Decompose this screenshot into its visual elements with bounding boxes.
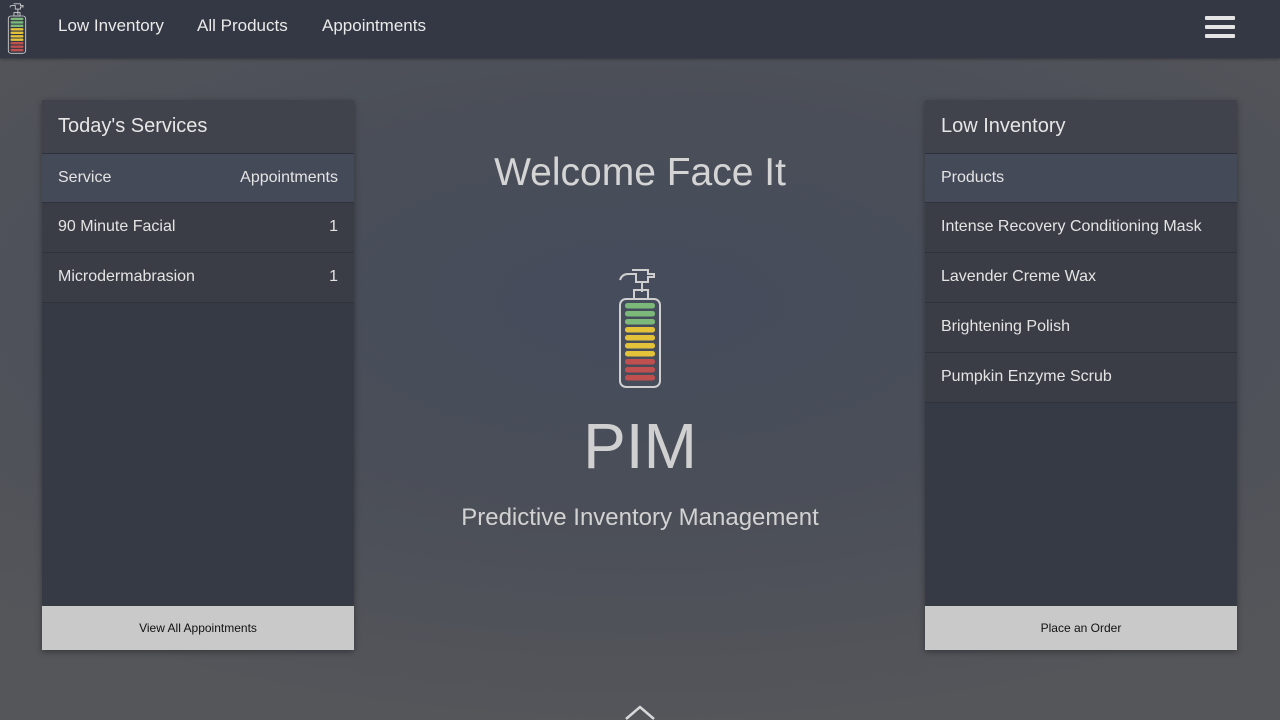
service-name: 90 Minute Facial: [58, 218, 176, 235]
inventory-panel-title: Low Inventory: [941, 115, 1066, 137]
top-nav-bar: Low Inventory All Products Appointments: [0, 0, 1280, 58]
panel-title-bar: Today's Services: [42, 100, 354, 154]
level-bar: [10, 17, 24, 21]
level-bar: [625, 359, 655, 365]
level-bar: [10, 45, 24, 48]
list-item[interactable]: Brightening Polish: [925, 303, 1237, 353]
welcome-heading: Welcome Face It: [494, 151, 786, 194]
level-bar: [625, 367, 655, 373]
level-bar: [10, 31, 24, 34]
level-bar: [625, 335, 655, 341]
panel-title-bar: Low Inventory: [925, 100, 1237, 154]
pump-bottle-logo-icon[interactable]: [5, 3, 29, 55]
product-name: Pumpkin Enzyme Scrub: [941, 368, 1112, 385]
list-item[interactable]: Pumpkin Enzyme Scrub: [925, 353, 1237, 403]
pump-bottle-level-icon: [619, 269, 661, 388]
product-name: Brightening Polish: [941, 318, 1070, 335]
view-all-appointments-button[interactable]: View All Appointments: [42, 606, 354, 650]
nav-link-low-inventory[interactable]: Low Inventory: [58, 16, 164, 36]
service-name: Microdermabrasion: [58, 268, 195, 285]
place-an-order-label: Place an Order: [1040, 621, 1122, 635]
level-bar: [10, 21, 24, 24]
services-panel-title: Today's Services: [58, 115, 208, 137]
list-item[interactable]: Lavender Creme Wax: [925, 253, 1237, 303]
appointment-count: 1: [329, 268, 338, 285]
level-bar: [625, 351, 655, 357]
level-bar: [625, 311, 655, 317]
level-bar: [10, 38, 24, 41]
level-bar: [10, 24, 24, 28]
table-row[interactable]: Microdermabrasion 1: [42, 253, 354, 303]
app-name: PIM: [583, 410, 697, 482]
level-bar: [10, 42, 24, 45]
level-bar: [625, 303, 655, 309]
nav-link-all-products[interactable]: All Products: [197, 16, 288, 36]
column-header-service: Service: [58, 169, 112, 186]
table-row[interactable]: 90 Minute Facial 1: [42, 203, 354, 253]
hamburger-menu-icon[interactable]: [1205, 15, 1237, 41]
todays-services-panel: Today's Services Service Appointments 90…: [42, 100, 354, 650]
low-inventory-panel: Low Inventory Products Intense Recovery …: [925, 100, 1237, 650]
level-bar: [625, 375, 655, 381]
nav-link-appointments[interactable]: Appointments: [322, 16, 426, 36]
view-all-appointments-label: View All Appointments: [139, 621, 257, 635]
level-bar: [10, 28, 24, 31]
column-header-products: Products: [941, 169, 1005, 186]
products-table-header: Products: [925, 154, 1237, 203]
place-an-order-button[interactable]: Place an Order: [925, 606, 1237, 650]
app-tagline: Predictive Inventory Management: [461, 504, 819, 531]
level-bar: [10, 48, 24, 52]
chevron-up-icon[interactable]: [622, 703, 658, 720]
level-bar: [625, 319, 655, 325]
level-bar: [625, 343, 655, 349]
level-bar: [625, 327, 655, 333]
list-item[interactable]: Intense Recovery Conditioning Mask: [925, 203, 1237, 253]
column-header-appointments: Appointments: [240, 169, 338, 186]
appointment-count: 1: [329, 218, 338, 235]
level-bar: [10, 35, 24, 38]
product-name: Lavender Creme Wax: [941, 268, 1097, 285]
services-table-header: Service Appointments: [42, 154, 354, 203]
product-name: Intense Recovery Conditioning Mask: [941, 218, 1202, 235]
